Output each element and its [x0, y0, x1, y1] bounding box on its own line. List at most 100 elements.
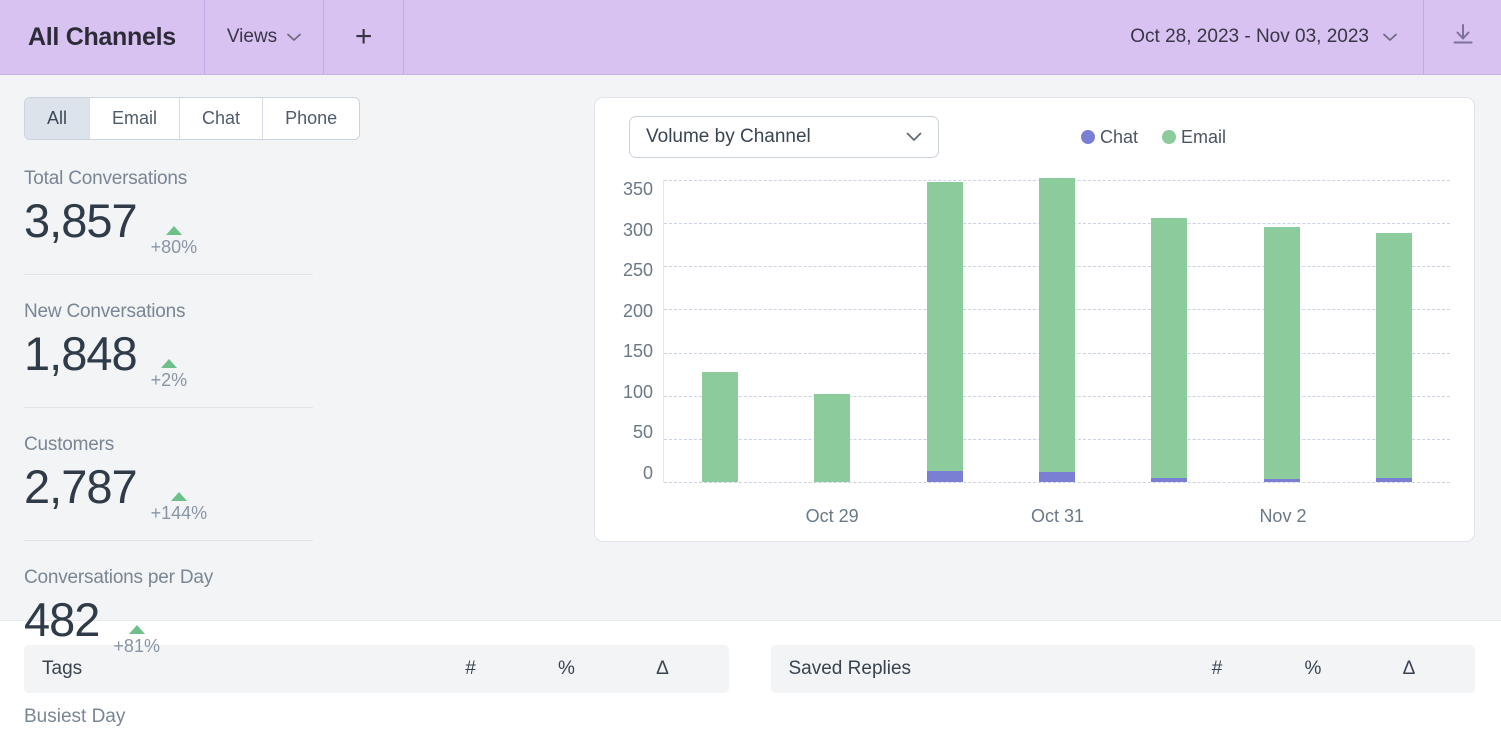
date-range-label: Oct 28, 2023 - Nov 03, 2023 [1130, 26, 1369, 48]
gridline [664, 482, 1450, 483]
y-axis-tick: 0 [643, 464, 653, 482]
tab-chat[interactable]: Chat [180, 98, 263, 139]
bar-segment-chat[interactable] [1039, 472, 1075, 482]
metric-value: 3,857 [24, 192, 137, 249]
metric-row: 2,787 +144% [24, 458, 289, 526]
metric-delta: +2% [151, 359, 188, 391]
tab-all[interactable]: All [25, 98, 90, 139]
metric-delta-text: +2% [151, 370, 188, 391]
bar-segment-email[interactable] [702, 372, 738, 482]
chart-metric-select-value: Volume by Channel [646, 126, 811, 148]
metric-delta-text: +81% [113, 636, 160, 657]
chart-header: Volume by Channel Chat Email [613, 116, 1452, 158]
bar-slot [1001, 180, 1113, 482]
bar-segment-email[interactable] [1376, 233, 1412, 478]
metric-new-conversations: New Conversations 1,848 +2% [24, 301, 313, 408]
saved-replies-col-count[interactable]: # [1169, 658, 1265, 680]
bar-segment-email[interactable] [927, 182, 963, 471]
bar-stack[interactable] [1151, 218, 1187, 482]
bar-segment-chat[interactable] [927, 471, 963, 482]
x-axis-tick [1114, 506, 1227, 527]
page-title: All Channels [0, 0, 205, 74]
metric-label: Conversations per Day [24, 567, 289, 589]
chevron-down-icon [906, 126, 922, 148]
metric-delta: +81% [113, 625, 160, 657]
tab-phone[interactable]: Phone [263, 98, 359, 139]
channel-filter-tabs: All Email Chat Phone [24, 97, 360, 140]
bar-stack[interactable] [1039, 178, 1075, 482]
plot-wrapper: 350300250200150100500 [613, 158, 1452, 496]
chevron-down-icon [1383, 26, 1397, 48]
tags-col-delta[interactable]: Δ [615, 658, 711, 680]
y-axis-tick: 150 [623, 342, 653, 360]
bar-segment-chat[interactable] [1151, 478, 1187, 482]
bar-segment-email[interactable] [1039, 178, 1075, 471]
bar-slot [664, 180, 776, 482]
bar-slot [1113, 180, 1225, 482]
chevron-down-icon [287, 26, 301, 48]
dashboard-body: All Email Chat Phone Total Conversations… [0, 75, 1501, 620]
tags-col-count[interactable]: # [423, 658, 519, 680]
header-spacer [404, 0, 1104, 74]
tags-table-title: Tags [42, 658, 423, 680]
saved-replies-table-header: Saved Replies # % Δ [771, 645, 1476, 693]
x-axis: Oct 29Oct 31Nov 2 [613, 506, 1452, 527]
metric-label: Customers [24, 434, 289, 456]
saved-replies-col-percent[interactable]: % [1265, 658, 1361, 680]
metric-row: 1,848 +2% [24, 325, 289, 393]
metric-value: 482 [24, 591, 99, 648]
metric-delta: +144% [151, 492, 208, 524]
metric-value: 2,787 [24, 458, 137, 515]
metric-grid: Total Conversations 3,857 +80% New Conve… [24, 168, 584, 700]
views-label: Views [227, 26, 277, 48]
date-range-picker[interactable]: Oct 28, 2023 - Nov 03, 2023 [1104, 0, 1424, 74]
download-button[interactable] [1424, 0, 1501, 74]
metric-row: 3,857 +80% [24, 192, 289, 260]
metric-delta-text: +80% [151, 237, 198, 258]
x-axis-tick: Oct 31 [1001, 506, 1114, 527]
bar-segment-chat[interactable] [1264, 479, 1300, 482]
app-header: All Channels Views + Oct 28, 2023 - Nov … [0, 0, 1501, 75]
bar-slot [889, 180, 1001, 482]
views-dropdown[interactable]: Views [205, 0, 324, 74]
metric-customers: Customers 2,787 +144% [24, 434, 313, 541]
tab-email[interactable]: Email [90, 98, 180, 139]
bar-stack[interactable] [1264, 227, 1300, 482]
bar-segment-chat[interactable] [1376, 478, 1412, 482]
add-view-button[interactable]: + [324, 0, 404, 74]
y-axis-tick: 300 [623, 221, 653, 239]
x-axis-tick [1339, 506, 1452, 527]
download-icon [1450, 22, 1476, 53]
metric-label: Total Conversations [24, 168, 289, 190]
bar-slot [1338, 180, 1450, 482]
saved-replies-col-delta[interactable]: Δ [1361, 658, 1457, 680]
bar-slot [776, 180, 888, 482]
bar-stack[interactable] [814, 394, 850, 482]
bar-stack[interactable] [702, 372, 738, 482]
legend-label-email: Email [1181, 127, 1226, 148]
metric-delta: +80% [151, 226, 198, 258]
legend-dot-email [1162, 130, 1176, 144]
y-axis-tick: 200 [623, 302, 653, 320]
legend-dot-chat [1081, 130, 1095, 144]
saved-replies-table-title: Saved Replies [789, 658, 1170, 680]
bar-series [664, 180, 1450, 482]
y-axis-tick: 50 [633, 423, 653, 441]
bar-segment-email[interactable] [1151, 218, 1187, 478]
bar-slot [1225, 180, 1337, 482]
chart-panel: Volume by Channel Chat Email [594, 97, 1475, 620]
tags-table: Tags # % Δ [24, 645, 729, 730]
y-axis: 350300250200150100500 [613, 180, 663, 482]
legend-item-chat[interactable]: Chat [1081, 127, 1138, 148]
bar-stack[interactable] [927, 182, 963, 482]
y-axis-tick: 350 [623, 180, 653, 198]
legend-item-email[interactable]: Email [1162, 127, 1226, 148]
bar-segment-email[interactable] [1264, 227, 1300, 478]
legend-label-chat: Chat [1100, 127, 1138, 148]
metric-value: 1,848 [24, 325, 137, 382]
x-axis-tick [888, 506, 1001, 527]
chart-metric-select[interactable]: Volume by Channel [629, 116, 939, 158]
bar-stack[interactable] [1376, 233, 1412, 482]
bar-segment-email[interactable] [814, 394, 850, 482]
tags-col-percent[interactable]: % [519, 658, 615, 680]
